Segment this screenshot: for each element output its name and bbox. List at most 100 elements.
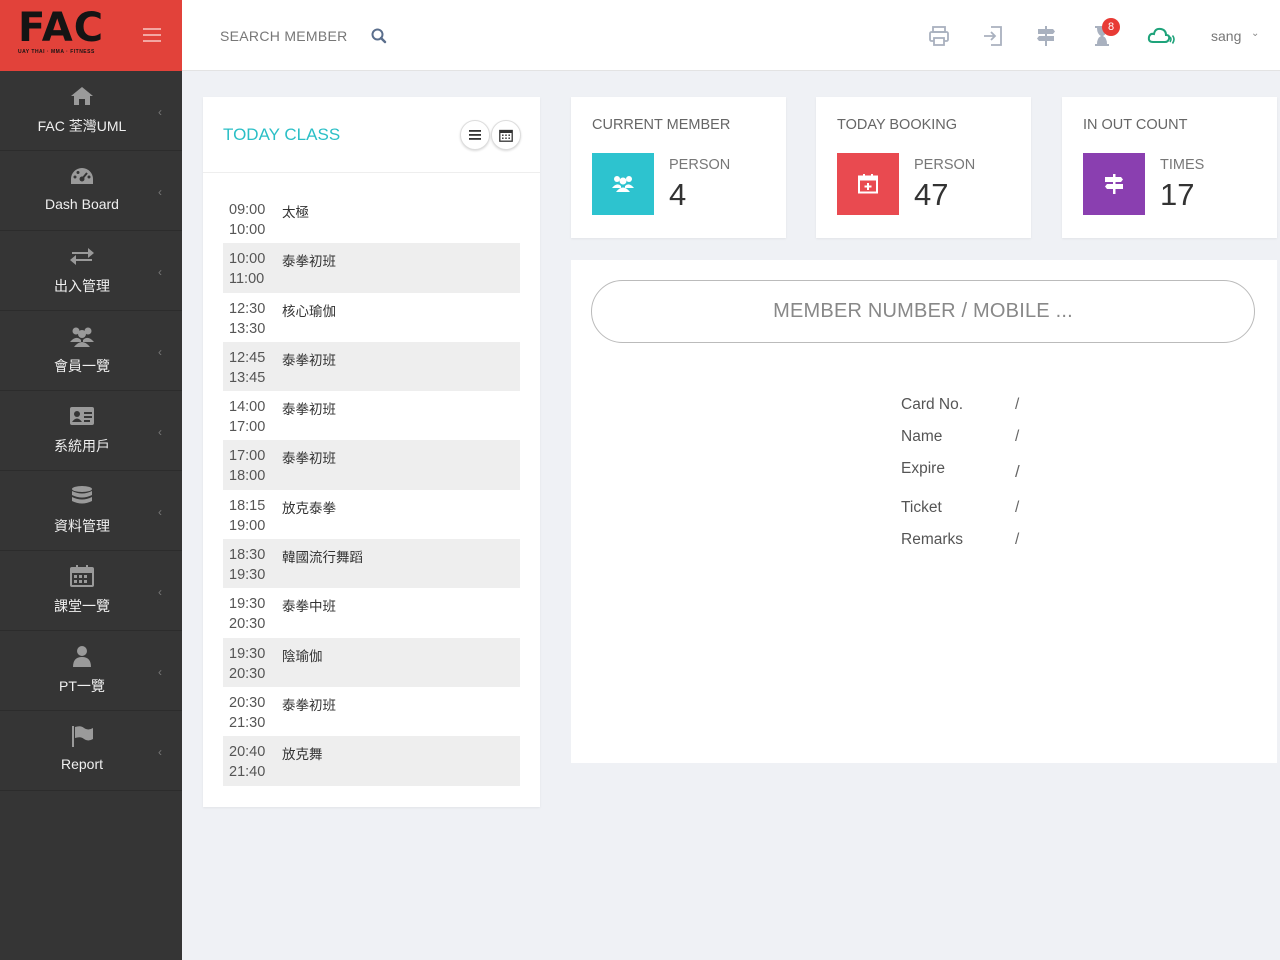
class-name: 韓國流行舞蹈 — [282, 550, 363, 567]
signpost-icon — [1083, 153, 1145, 215]
top-header: 8 sang ⌄ — [182, 0, 1280, 71]
class-start: 12:45 — [229, 349, 266, 366]
class-start: 10:00 — [229, 251, 266, 268]
remarks-label: Remarks — [901, 531, 964, 548]
stat-title: CURRENT MEMBER — [592, 117, 731, 133]
class-row[interactable]: 09:00 10:00 太極 — [223, 194, 520, 243]
member-number-input[interactable] — [591, 280, 1255, 343]
stat-title: TODAY BOOKING — [837, 117, 958, 133]
sidebar-item-label: 課堂一覽 — [54, 598, 110, 614]
sidebar-item-entry-management[interactable]: 出入管理 ‹ — [0, 231, 182, 311]
id-card-icon — [0, 405, 164, 427]
class-name: 泰拳初班 — [282, 352, 336, 369]
sidebar-item-data-management[interactable]: 資料管理 ‹ — [0, 471, 182, 551]
sidebar-item-system-users[interactable]: 系統用戶 ‹ — [0, 391, 182, 471]
today-class-title: TODAY CLASS — [223, 125, 341, 144]
class-start: 14:00 — [229, 399, 266, 416]
flag-icon — [0, 725, 164, 747]
cloud-signal-icon[interactable] — [1147, 24, 1175, 48]
class-name: 放克泰拳 — [282, 500, 336, 517]
calendar-view-button[interactable] — [491, 120, 521, 150]
current-member-card: CURRENT MEMBER PERSON 4 — [571, 97, 786, 238]
brand-logo[interactable]: FAC UAY THAI · MMA · FITNESS — [18, 8, 104, 55]
sidebar-item-label: 出入管理 — [54, 278, 110, 294]
class-name: 泰拳中班 — [282, 599, 336, 616]
stat-title: IN OUT COUNT — [1083, 117, 1188, 133]
stat-label: PERSON — [914, 157, 976, 173]
sidebar-item-label: PT一覽 — [59, 678, 105, 694]
class-row[interactable]: 10:00 11:00 泰拳初班 — [223, 243, 520, 293]
username[interactable]: sang — [1211, 28, 1241, 44]
class-start: 12:30 — [229, 300, 266, 317]
calendar-plus-icon — [837, 153, 899, 215]
logo-text: FAC — [18, 5, 105, 51]
sidebar-item-branch[interactable]: FAC 荃灣UML ‹ — [0, 71, 182, 151]
class-row[interactable]: 17:00 18:00 泰拳初班 — [223, 440, 520, 490]
chevron-left-icon: ‹ — [158, 665, 162, 679]
class-row[interactable]: 12:30 13:30 核心瑜伽 — [223, 293, 520, 342]
remarks-value: / — [1015, 531, 1020, 548]
class-name: 泰拳初班 — [282, 451, 336, 468]
class-row[interactable]: 19:30 20:30 陰瑜伽 — [223, 637, 520, 687]
class-end: 18:00 — [229, 468, 266, 485]
logo-tagline: UAY THAI · MMA · FITNESS — [18, 49, 95, 55]
in-out-count-card: IN OUT COUNT TIMES 17 — [1062, 97, 1277, 238]
class-start: 19:30 — [229, 596, 266, 613]
sign-in-icon[interactable] — [981, 24, 1005, 48]
search-icon[interactable] — [370, 27, 388, 45]
ticket-label: Ticket — [901, 499, 942, 516]
class-name: 泰拳初班 — [282, 402, 336, 419]
expire-value: / — [1015, 462, 1020, 481]
class-end: 19:00 — [229, 517, 266, 534]
class-row[interactable]: 18:15 19:00 放克泰拳 — [223, 490, 520, 539]
member-lookup-panel: Card No. / Name / Expire / Ticket / Rema… — [571, 260, 1277, 763]
class-start: 19:30 — [229, 645, 266, 662]
sidebar-item-dashboard[interactable]: Dash Board ‹ — [0, 151, 182, 231]
sidebar-item-pt[interactable]: PT一覽 ‹ — [0, 631, 182, 711]
sidebar-item-classes[interactable]: 課堂一覽 ‹ — [0, 551, 182, 631]
chevron-left-icon: ‹ — [158, 505, 162, 519]
sidebar-item-report[interactable]: Report ‹ — [0, 711, 182, 791]
search-member-input[interactable] — [220, 28, 350, 44]
exchange-icon — [0, 245, 164, 267]
stat-value: 47 — [914, 177, 949, 212]
class-name: 泰拳初班 — [282, 697, 336, 714]
class-start: 09:00 — [229, 202, 266, 218]
calendar-icon — [499, 129, 513, 142]
sidebar-item-label: 資料管理 — [54, 518, 110, 534]
class-row[interactable]: 19:30 20:30 泰拳中班 — [223, 588, 520, 637]
sidebar-item-label: Dash Board — [45, 196, 119, 212]
print-icon[interactable] — [927, 24, 951, 48]
list-view-button[interactable] — [460, 120, 490, 150]
card-no-label: Card No. — [901, 396, 964, 413]
users-icon — [0, 325, 164, 347]
chevron-left-icon: ‹ — [158, 345, 162, 359]
home-icon — [0, 85, 164, 107]
class-start: 18:15 — [229, 497, 266, 514]
chevron-down-icon[interactable]: ⌄ — [1251, 28, 1259, 39]
class-end: 20:30 — [229, 665, 266, 682]
class-end: 13:30 — [229, 320, 266, 337]
class-list: 09:00 10:00 太極 10:00 11:00 泰拳初班 12:30 13… — [223, 194, 520, 786]
sidebar-item-label: 會員一覽 — [54, 358, 110, 374]
sidebar-item-label: 系統用戶 — [54, 438, 110, 454]
signpost-icon[interactable] — [1034, 24, 1058, 48]
stat-label: TIMES — [1160, 157, 1205, 173]
class-end: 21:30 — [229, 714, 266, 731]
users-icon — [592, 153, 654, 215]
class-name: 太極 — [282, 205, 309, 221]
card-no-value: / — [1015, 396, 1020, 413]
class-row[interactable]: 14:00 17:00 泰拳初班 — [223, 391, 520, 440]
notification-badge: 8 — [1102, 18, 1120, 36]
chevron-left-icon: ‹ — [158, 745, 162, 759]
class-row[interactable]: 18:30 19:30 韓國流行舞蹈 — [223, 539, 520, 589]
sidebar-item-members[interactable]: 會員一覽 ‹ — [0, 311, 182, 391]
menu-toggle-icon[interactable] — [143, 28, 161, 42]
class-row[interactable]: 20:30 21:30 泰拳初班 — [223, 687, 520, 736]
class-row[interactable]: 20:40 21:40 放克舞 — [223, 736, 520, 786]
class-start: 18:30 — [229, 547, 266, 564]
chevron-left-icon: ‹ — [158, 425, 162, 439]
class-name: 陰瑜伽 — [282, 648, 323, 665]
class-row[interactable]: 12:45 13:45 泰拳初班 — [223, 341, 520, 392]
class-end: 17:00 — [229, 419, 266, 436]
